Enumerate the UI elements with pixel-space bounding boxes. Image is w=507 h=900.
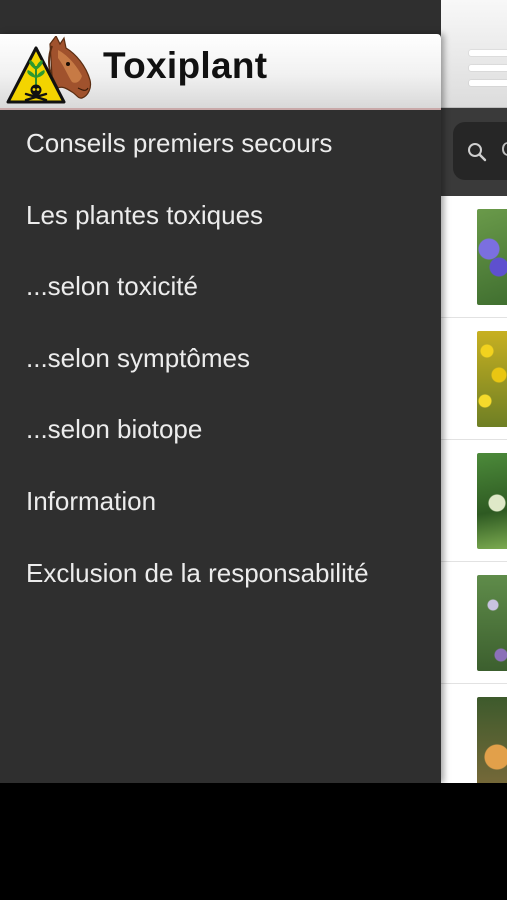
- drawer-header: Toxiplant: [0, 34, 441, 110]
- plant-list: [441, 196, 507, 783]
- menu-item-information[interactable]: Information: [0, 466, 441, 538]
- plant-row[interactable]: [441, 318, 507, 440]
- menu-item-by-symptoms[interactable]: ...selon symptômes: [0, 323, 441, 395]
- horse-toxic-warning-logo: [6, 36, 92, 104]
- main-header: [441, 0, 507, 108]
- side-drawer: Toxiplant Conseils premiers secours Les …: [0, 34, 441, 783]
- hamburger-menu-icon[interactable]: [469, 48, 507, 88]
- main-content: C: [441, 0, 507, 783]
- plant-row[interactable]: [441, 440, 507, 562]
- plant-thumbnail: [477, 453, 507, 549]
- bottom-bar: [0, 783, 507, 900]
- app-screen: C: [0, 0, 507, 783]
- plant-row[interactable]: [441, 562, 507, 684]
- plant-thumbnail: [477, 331, 507, 427]
- menu-item-by-toxicity[interactable]: ...selon toxicité: [0, 251, 441, 323]
- status-bar: [0, 0, 507, 34]
- search-bar: C: [441, 108, 507, 196]
- menu-item-disclaimer[interactable]: Exclusion de la responsabilité: [0, 538, 441, 610]
- app-title: Toxiplant: [103, 45, 268, 86]
- plant-row[interactable]: [441, 684, 507, 783]
- menu-item-by-biotope[interactable]: ...selon biotope: [0, 394, 441, 466]
- search-placeholder: C: [501, 138, 507, 162]
- plant-row[interactable]: [441, 196, 507, 318]
- menu-item-first-aid[interactable]: Conseils premiers secours: [0, 108, 441, 180]
- drawer-menu: Conseils premiers secours Les plantes to…: [0, 108, 441, 609]
- plant-thumbnail: [477, 697, 507, 783]
- plant-thumbnail: [477, 575, 507, 671]
- plant-thumbnail: [477, 209, 507, 305]
- search-input[interactable]: C: [453, 122, 507, 180]
- menu-item-toxic-plants[interactable]: Les plantes toxiques: [0, 180, 441, 252]
- search-icon: [468, 143, 487, 162]
